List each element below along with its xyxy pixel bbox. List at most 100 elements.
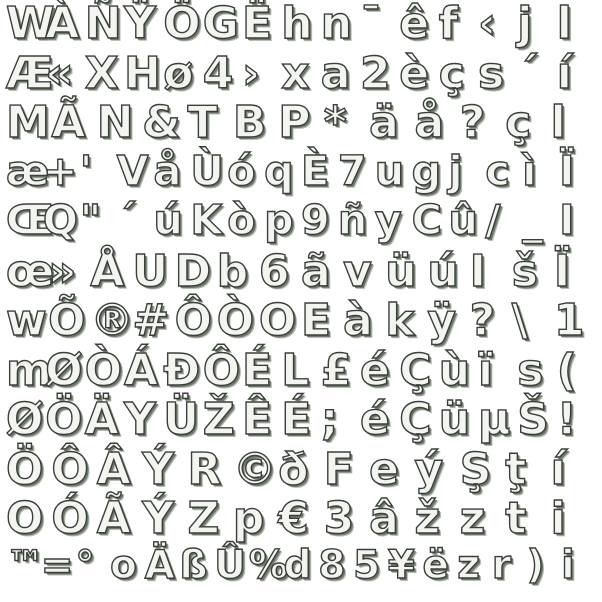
glyph: Ë [241,0,273,49]
glyph: u [374,146,405,195]
glyph: " [79,196,102,244]
glyph: 2 [359,47,391,99]
glyph: r [491,542,512,588]
glyph: B [232,97,267,148]
glyph: C [411,196,443,244]
glyph: Ò [84,344,123,396]
glyph: Đ [163,344,201,396]
glyph: Ê [241,394,273,445]
glyph: Ý [141,443,175,495]
glyph: Ç [399,394,433,445]
glyph: Ä [84,394,119,445]
glyph: £ [320,344,352,396]
glyph: ÿ [427,295,457,346]
glyph: U [132,245,169,297]
glyph: ä [368,97,399,148]
glyph: a [320,47,351,99]
glyph: + [42,146,78,195]
glyph: f [438,0,459,49]
glyph: ; [320,394,339,445]
glyph: « [45,47,75,99]
glyph: ¥ [387,542,415,588]
glyph: ? [469,295,496,346]
glyph: / [485,196,502,244]
glyph: ó [227,146,257,195]
glyph: Ï [558,146,575,195]
glyph: œ [5,245,55,297]
glyph: G [202,0,240,49]
glyph: j [448,146,464,195]
glyph: L [281,344,310,396]
glyph: å [153,146,182,195]
glyph: Ó [51,493,90,544]
glyph: € [278,493,310,544]
glyph: 7 [337,146,367,195]
glyph: ü [438,394,471,445]
glyph: Ö [45,394,84,445]
glyph: h [281,0,314,49]
glyph: ? [459,97,486,148]
glyph: e [368,443,399,495]
glyph: y [374,196,402,244]
glyph: ° [75,542,96,588]
glyph: n [320,0,353,49]
glyph: É [281,394,312,445]
glyph: ú [427,245,460,297]
glyph: 9 [300,196,330,244]
glyph: Ü [163,394,200,445]
glyph: ý [414,443,444,495]
glyph: j [517,0,534,49]
glyph: 1 [553,295,585,346]
glyph: Ô [51,443,90,495]
glyph: _ [522,196,544,244]
glyph: À [45,0,80,49]
glyph: s [517,344,545,396]
glyph: 8 [318,542,346,588]
glyph: Z [187,493,220,544]
glyph: i [561,542,576,588]
glyph: © [232,443,277,495]
glyph: Q [42,196,79,244]
glyph: ê [399,0,430,49]
glyph: ë [422,542,450,588]
glyph: é [359,344,390,396]
glyph: Ž [202,394,235,445]
glyph: l [550,97,567,148]
glyph: ! [556,394,577,445]
glyph: Á [123,344,159,396]
glyph: Š [517,394,550,445]
glyph: ( [556,344,578,396]
glyph: ò [227,196,257,244]
glyph: Ô [202,344,241,396]
glyph: ç [504,97,532,148]
glyph: l [556,0,573,49]
glyph: µ [477,394,511,445]
glyph: Ø [45,344,84,396]
glyph: s [477,47,505,99]
glyph: I [469,245,487,297]
glyph: K [190,196,223,244]
glyph: p [232,493,265,544]
glyph: à [342,295,373,346]
glyph: F [323,443,354,495]
glyph: Ö [163,0,202,49]
glyph: ø [163,47,195,99]
glyph: ß [179,542,208,588]
glyph: Ò [216,295,255,346]
glyph: È [300,146,330,195]
glyph: Ï [553,245,571,297]
glyph: z [459,493,486,544]
glyph: T [187,97,218,148]
glyph: ž [414,493,441,544]
glyph: ) [526,542,545,588]
glyph: 5 [352,542,381,588]
glyph: = [40,542,74,588]
glyph: í [556,47,573,99]
glyph: Ç [399,344,433,396]
glyph: E [300,295,332,346]
glyph: ' [79,146,93,195]
glyph: ì [522,146,538,195]
glyph: ð [278,443,310,495]
glyph: ¯ [359,0,382,49]
glyph: Õ [47,295,86,346]
